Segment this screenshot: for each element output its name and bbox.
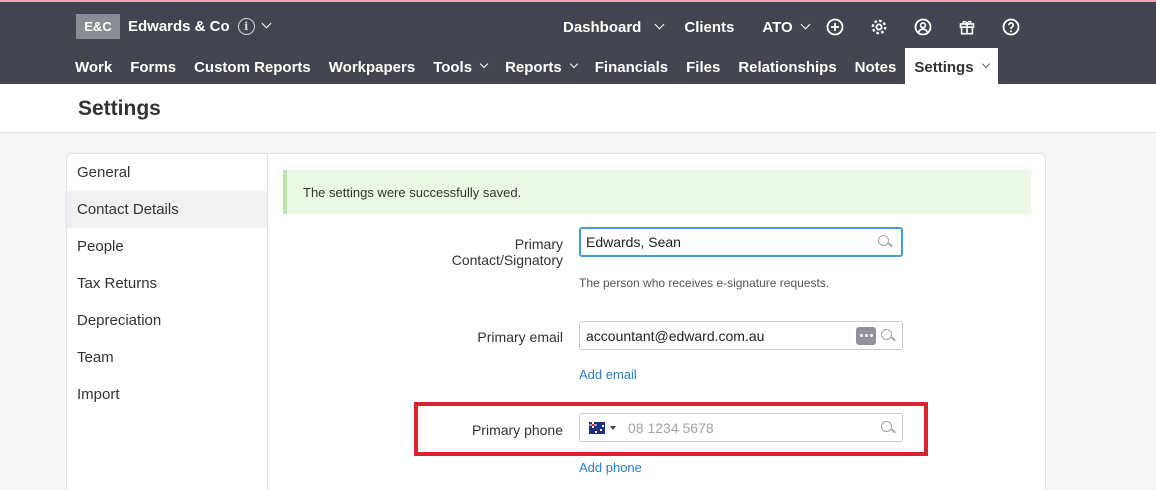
primary-phone-highlight xyxy=(414,402,928,456)
sidebar-item-depreciation[interactable]: Depreciation xyxy=(67,302,267,339)
success-alert-message: The settings were successfully saved. xyxy=(303,184,522,200)
clients-link[interactable]: Clients xyxy=(684,19,734,36)
chevron-down-icon xyxy=(981,59,990,69)
success-alert: The settings were successfully saved. xyxy=(283,170,1031,214)
nav-settings[interactable]: Settings xyxy=(905,48,998,86)
nav-forms[interactable]: Forms xyxy=(121,48,185,86)
dashboard-link[interactable]: Dashboard xyxy=(563,19,641,36)
help-icon[interactable] xyxy=(1001,17,1021,37)
primary-email-value: accountant@edward.com.au xyxy=(586,327,765,344)
brand-switcher[interactable]: E&C Edwards & Co i xyxy=(76,14,272,39)
brand-name: Edwards & Co xyxy=(128,18,230,35)
nav-tools[interactable]: Tools xyxy=(424,48,496,86)
nav-workpapers[interactable]: Workpapers xyxy=(320,48,424,86)
dashboard-chevron-down-icon[interactable] xyxy=(654,19,665,29)
primary-contact-label-line2: Contact/Signatory xyxy=(451,252,563,268)
sidebar-item-general[interactable]: General xyxy=(67,154,267,191)
ato-menu[interactable]: ATO xyxy=(762,18,811,36)
primary-contact-help: The person who receives e-signature requ… xyxy=(579,276,830,290)
add-phone-link[interactable]: Add phone xyxy=(579,460,642,475)
nav-reports-label: Reports xyxy=(505,58,562,76)
nav-files[interactable]: Files xyxy=(677,48,729,86)
search-icon[interactable] xyxy=(880,328,896,344)
sidebar-item-contact-details[interactable]: Contact Details xyxy=(67,191,267,228)
brand-logo: E&C xyxy=(76,14,120,39)
sidebar-item-tax-returns[interactable]: Tax Returns xyxy=(67,265,267,302)
search-icon[interactable] xyxy=(877,234,893,250)
nav-tools-label: Tools xyxy=(433,58,473,76)
page-header: Settings xyxy=(0,84,1156,133)
primary-email-input[interactable]: accountant@edward.com.au xyxy=(579,321,903,350)
plus-circle-icon[interactable] xyxy=(825,17,845,37)
chevron-down-icon xyxy=(569,59,579,69)
nav-settings-label: Settings xyxy=(914,58,974,76)
user-circle-icon[interactable] xyxy=(913,17,933,37)
settings-sidebar: General Contact Details People Tax Retur… xyxy=(67,154,268,490)
top-bar: E&C Edwards & Co i Dashboard Clients ATO xyxy=(0,0,1156,86)
main-nav: Work Forms Custom Reports Workpapers Too… xyxy=(66,48,998,86)
gear-icon[interactable] xyxy=(869,17,889,37)
nav-reports[interactable]: Reports xyxy=(496,48,586,86)
primary-contact-value: Edwards, Sean xyxy=(586,234,681,250)
chevron-down-icon[interactable] xyxy=(261,18,272,29)
sidebar-item-team[interactable]: Team xyxy=(67,339,267,376)
nav-custom-reports[interactable]: Custom Reports xyxy=(185,48,320,86)
sidebar-item-people[interactable]: People xyxy=(67,228,267,265)
more-options-icon[interactable] xyxy=(856,326,876,345)
add-email-link[interactable]: Add email xyxy=(579,367,637,382)
info-icon[interactable]: i xyxy=(237,18,255,35)
sidebar-item-import[interactable]: Import xyxy=(67,376,267,413)
nav-financials[interactable]: Financials xyxy=(586,48,677,86)
primary-email-label: Primary email xyxy=(477,329,563,345)
page-title: Settings xyxy=(78,97,161,120)
nav-notes[interactable]: Notes xyxy=(846,48,906,86)
clients-label: Clients xyxy=(684,18,735,36)
chevron-down-icon xyxy=(479,59,489,69)
primary-contact-label: Primary Contact/Signatory xyxy=(420,236,563,268)
primary-contact-label-line1: Primary xyxy=(514,236,563,252)
gift-icon[interactable] xyxy=(957,17,977,37)
top-right-menu: Dashboard Clients ATO xyxy=(563,14,1021,40)
chevron-down-icon xyxy=(800,19,811,29)
nav-relationships[interactable]: Relationships xyxy=(729,48,845,86)
primary-contact-input[interactable]: Edwards, Sean xyxy=(579,227,903,257)
ato-label: ATO xyxy=(762,18,793,36)
nav-work[interactable]: Work xyxy=(66,48,121,86)
dashboard-label: Dashboard xyxy=(563,18,642,36)
